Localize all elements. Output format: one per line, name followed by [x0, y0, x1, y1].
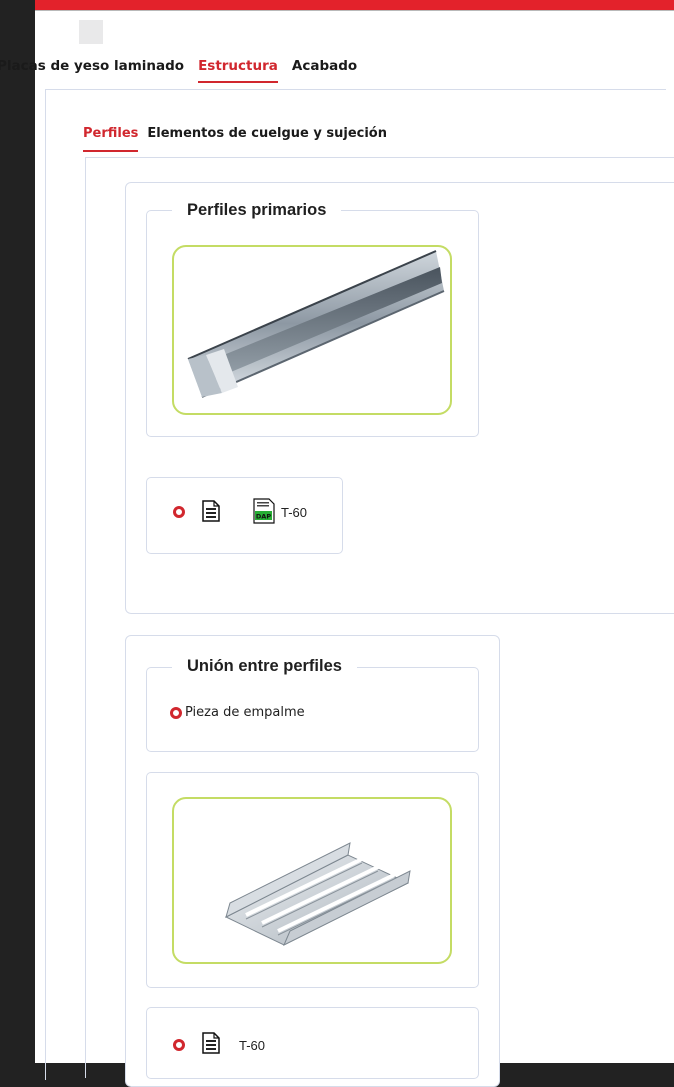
logo-placeholder [79, 20, 103, 44]
doc-code-label[interactable]: T-60 [281, 505, 307, 521]
tab-acabado[interactable]: Acabado [292, 56, 357, 86]
radio-option[interactable] [170, 707, 182, 719]
radio-option[interactable] [173, 1039, 185, 1051]
document-row-union: T-60 [146, 1007, 479, 1079]
pieza-empalme-image[interactable] [172, 797, 452, 964]
option-pieza-empalme[interactable]: Pieza de empalme [170, 705, 305, 721]
tab-estructura[interactable]: Estructura [198, 56, 278, 86]
main-tabs: Placas de yeso laminado Estructura Acaba… [0, 56, 371, 86]
legend-perfiles-primarios: Perfiles primarios [172, 200, 342, 220]
document-row-primarios: DAP T-60 [146, 477, 343, 554]
document-icon[interactable] [202, 500, 220, 522]
tab-perfiles[interactable]: Perfiles [83, 124, 139, 156]
sub-tabs: Perfiles Elementos de cuelgue y sujeción [83, 124, 396, 156]
doc-code-label[interactable]: T-60 [239, 1038, 265, 1054]
dap-icon[interactable]: DAP [251, 498, 275, 524]
option-label: Pieza de empalme [185, 705, 305, 720]
tab-placas[interactable]: Placas de yeso laminado [0, 56, 184, 86]
tab-elementos-cuelgue[interactable]: Elementos de cuelgue y sujeción [147, 124, 387, 156]
top-accent-bar [35, 0, 674, 10]
document-icon[interactable] [202, 1032, 220, 1054]
radio-option[interactable] [173, 506, 185, 518]
dap-icon-text: DAP [256, 513, 271, 521]
perfil-primario-image[interactable] [172, 245, 452, 415]
legend-union-perfiles: Unión entre perfiles [172, 656, 357, 676]
